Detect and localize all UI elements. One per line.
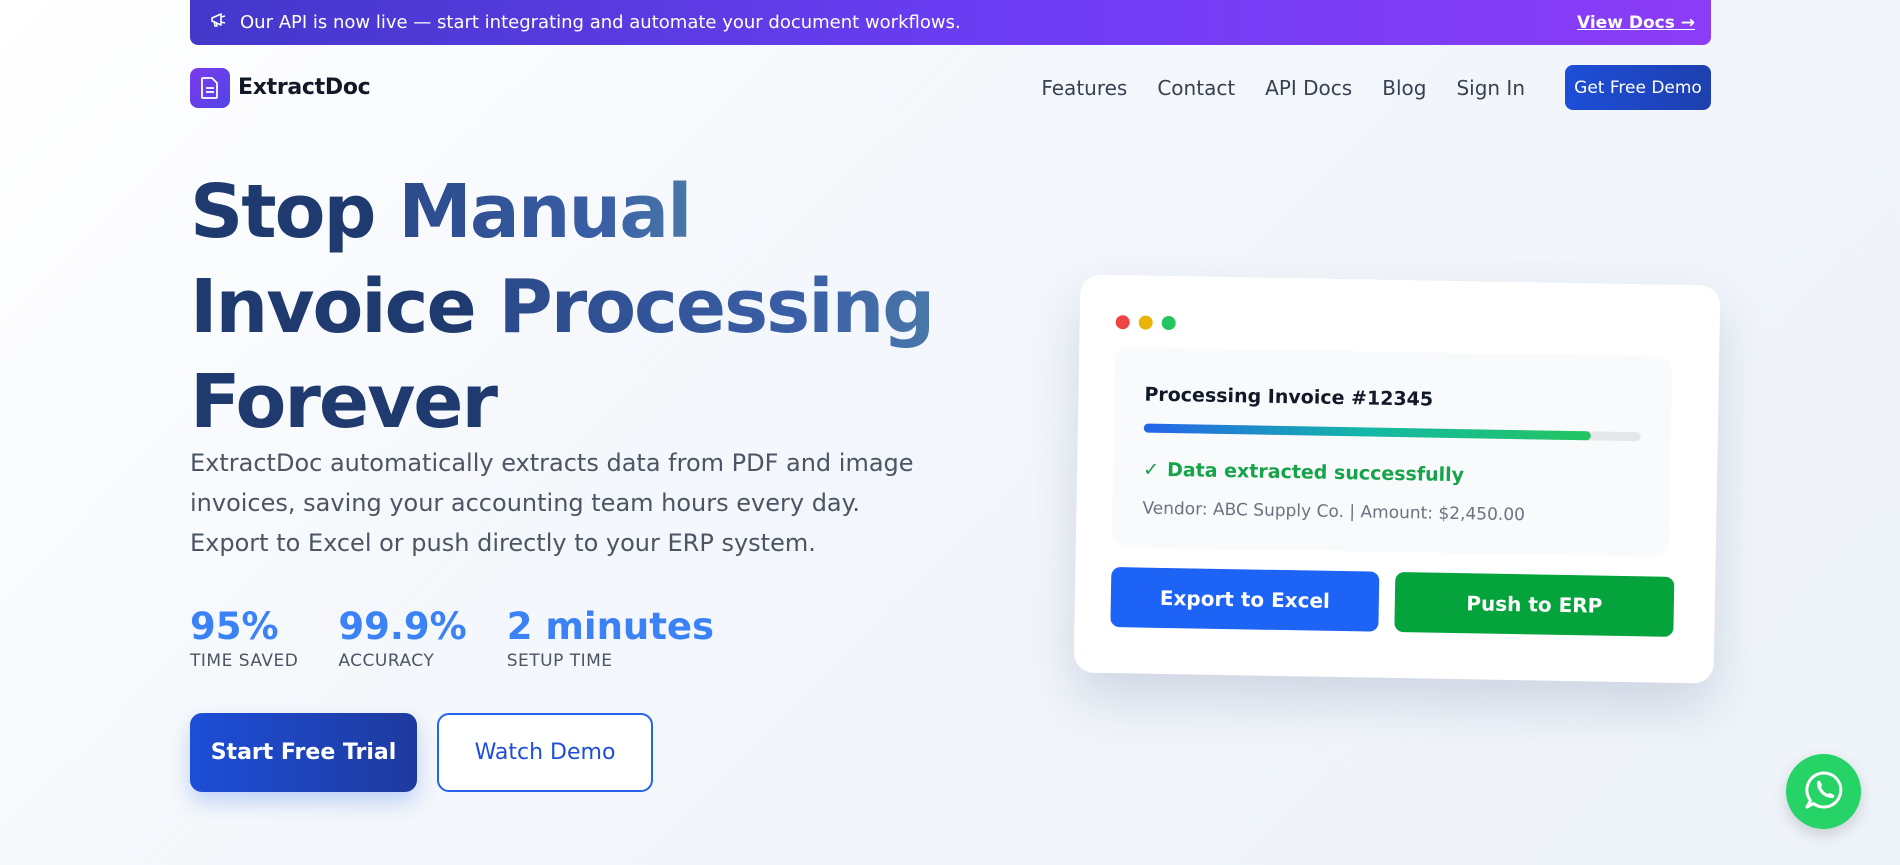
nav-link-api-docs[interactable]: API Docs [1265, 76, 1352, 100]
hero-title-highlight: Manual [398, 169, 692, 255]
brand-name: ExtractDoc [238, 75, 371, 100]
hero-description: ExtractDoc automatically extracts data f… [190, 449, 914, 557]
view-docs-link[interactable]: View Docs → [1577, 13, 1695, 33]
window-dot-yellow [1138, 315, 1153, 330]
hero-title-text: Invoice [190, 264, 499, 350]
success-message: ✓ Data extracted successfully [1143, 459, 1640, 490]
stats-row: 95% TIME SAVED 99.9% ACCURACY 2 minutes … [190, 605, 714, 671]
announcement-bar: Our API is now live — start integrating … [190, 0, 1711, 45]
stat-value: 99.9% [338, 605, 467, 648]
hero-title-text: Forever [190, 359, 498, 445]
success-text: Data extracted successfully [1166, 458, 1465, 487]
announcement-text: Our API is now live — start integrating … [240, 12, 961, 33]
navbar: ExtractDoc Features Contact API Docs Blo… [190, 65, 1711, 110]
push-to-erp-button[interactable]: Push to ERP [1394, 571, 1675, 637]
whatsapp-icon [1803, 769, 1845, 815]
export-to-excel-button[interactable]: Export to Excel [1110, 567, 1380, 632]
window-dot-green [1161, 315, 1176, 331]
invoice-meta: Vendor: ABC Supply Co. | Amount: $2,450.… [1142, 498, 1526, 526]
nav-link-blog[interactable]: Blog [1382, 76, 1426, 100]
brand[interactable]: ExtractDoc [190, 67, 371, 108]
start-free-trial-button[interactable]: Start Free Trial [190, 713, 417, 792]
nav-link-contact[interactable]: Contact [1157, 76, 1235, 100]
document-icon [190, 67, 230, 108]
invoice-title: Processing Invoice #12345 [1144, 383, 1434, 411]
check-icon: ✓ [1142, 458, 1160, 481]
stat-accuracy: 99.9% ACCURACY [338, 605, 466, 671]
hero-title-text: Stop [190, 169, 399, 255]
stat-setup-time: 2 minutes SETUP TIME [507, 605, 714, 671]
window-dots [1115, 315, 1680, 339]
stat-label: SETUP TIME [506, 651, 613, 671]
nav-link-features[interactable]: Features [1041, 76, 1127, 100]
megaphone-icon [210, 12, 228, 33]
stat-label: TIME SAVED [190, 651, 299, 671]
stat-time-saved: 95% TIME SAVED [190, 605, 298, 671]
processing-panel: Processing Invoice #12345 ✓ Data extract… [1111, 347, 1673, 557]
nav-link-sign-in[interactable]: Sign In [1456, 76, 1525, 100]
hero-title-highlight: Processing [498, 264, 935, 350]
stat-value: 95% [190, 605, 279, 648]
window-dot-red [1115, 315, 1130, 330]
whatsapp-button[interactable] [1786, 754, 1861, 829]
watch-demo-button[interactable]: Watch Demo [437, 713, 653, 792]
hero-title: Stop Manual Invoice Processing Forever [190, 165, 950, 450]
stat-value: 2 minutes [506, 605, 715, 648]
invoice-demo-card: Processing Invoice #12345 ✓ Data extract… [1073, 274, 1721, 684]
progress-fill [1143, 423, 1592, 441]
progress-bar [1143, 423, 1641, 442]
get-free-demo-button[interactable]: Get Free Demo [1565, 65, 1711, 110]
stat-label: ACCURACY [338, 651, 435, 671]
